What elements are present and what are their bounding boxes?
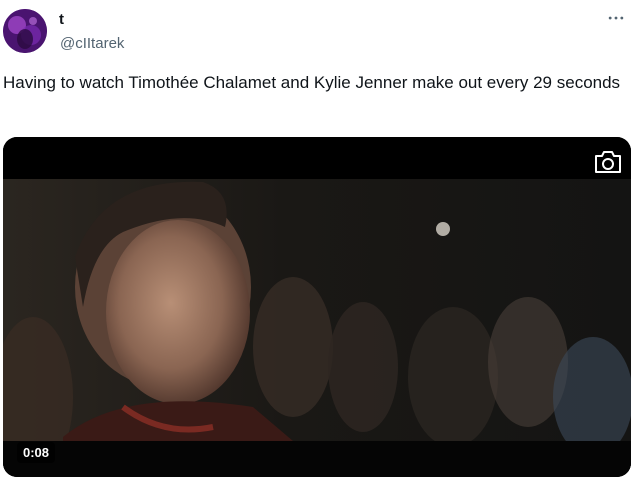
avatar-image [3,9,47,53]
more-options-button[interactable] [604,8,628,28]
tweet-card: t @cIItarek Having to watch Timothée Cha… [0,0,634,480]
tweet-text: Having to watch Timothée Chalamet and Ky… [3,73,621,92]
camera-button[interactable] [593,149,623,175]
avatar[interactable] [3,9,47,53]
more-icon [608,16,624,20]
author-display-name[interactable]: t [59,11,64,28]
video-duration-badge: 0:08 [17,442,56,463]
video-frame [3,137,631,477]
camera-icon [595,151,621,173]
video-player[interactable]: 0:08 [3,137,631,477]
author-handle[interactable]: @cIItarek [60,35,124,52]
